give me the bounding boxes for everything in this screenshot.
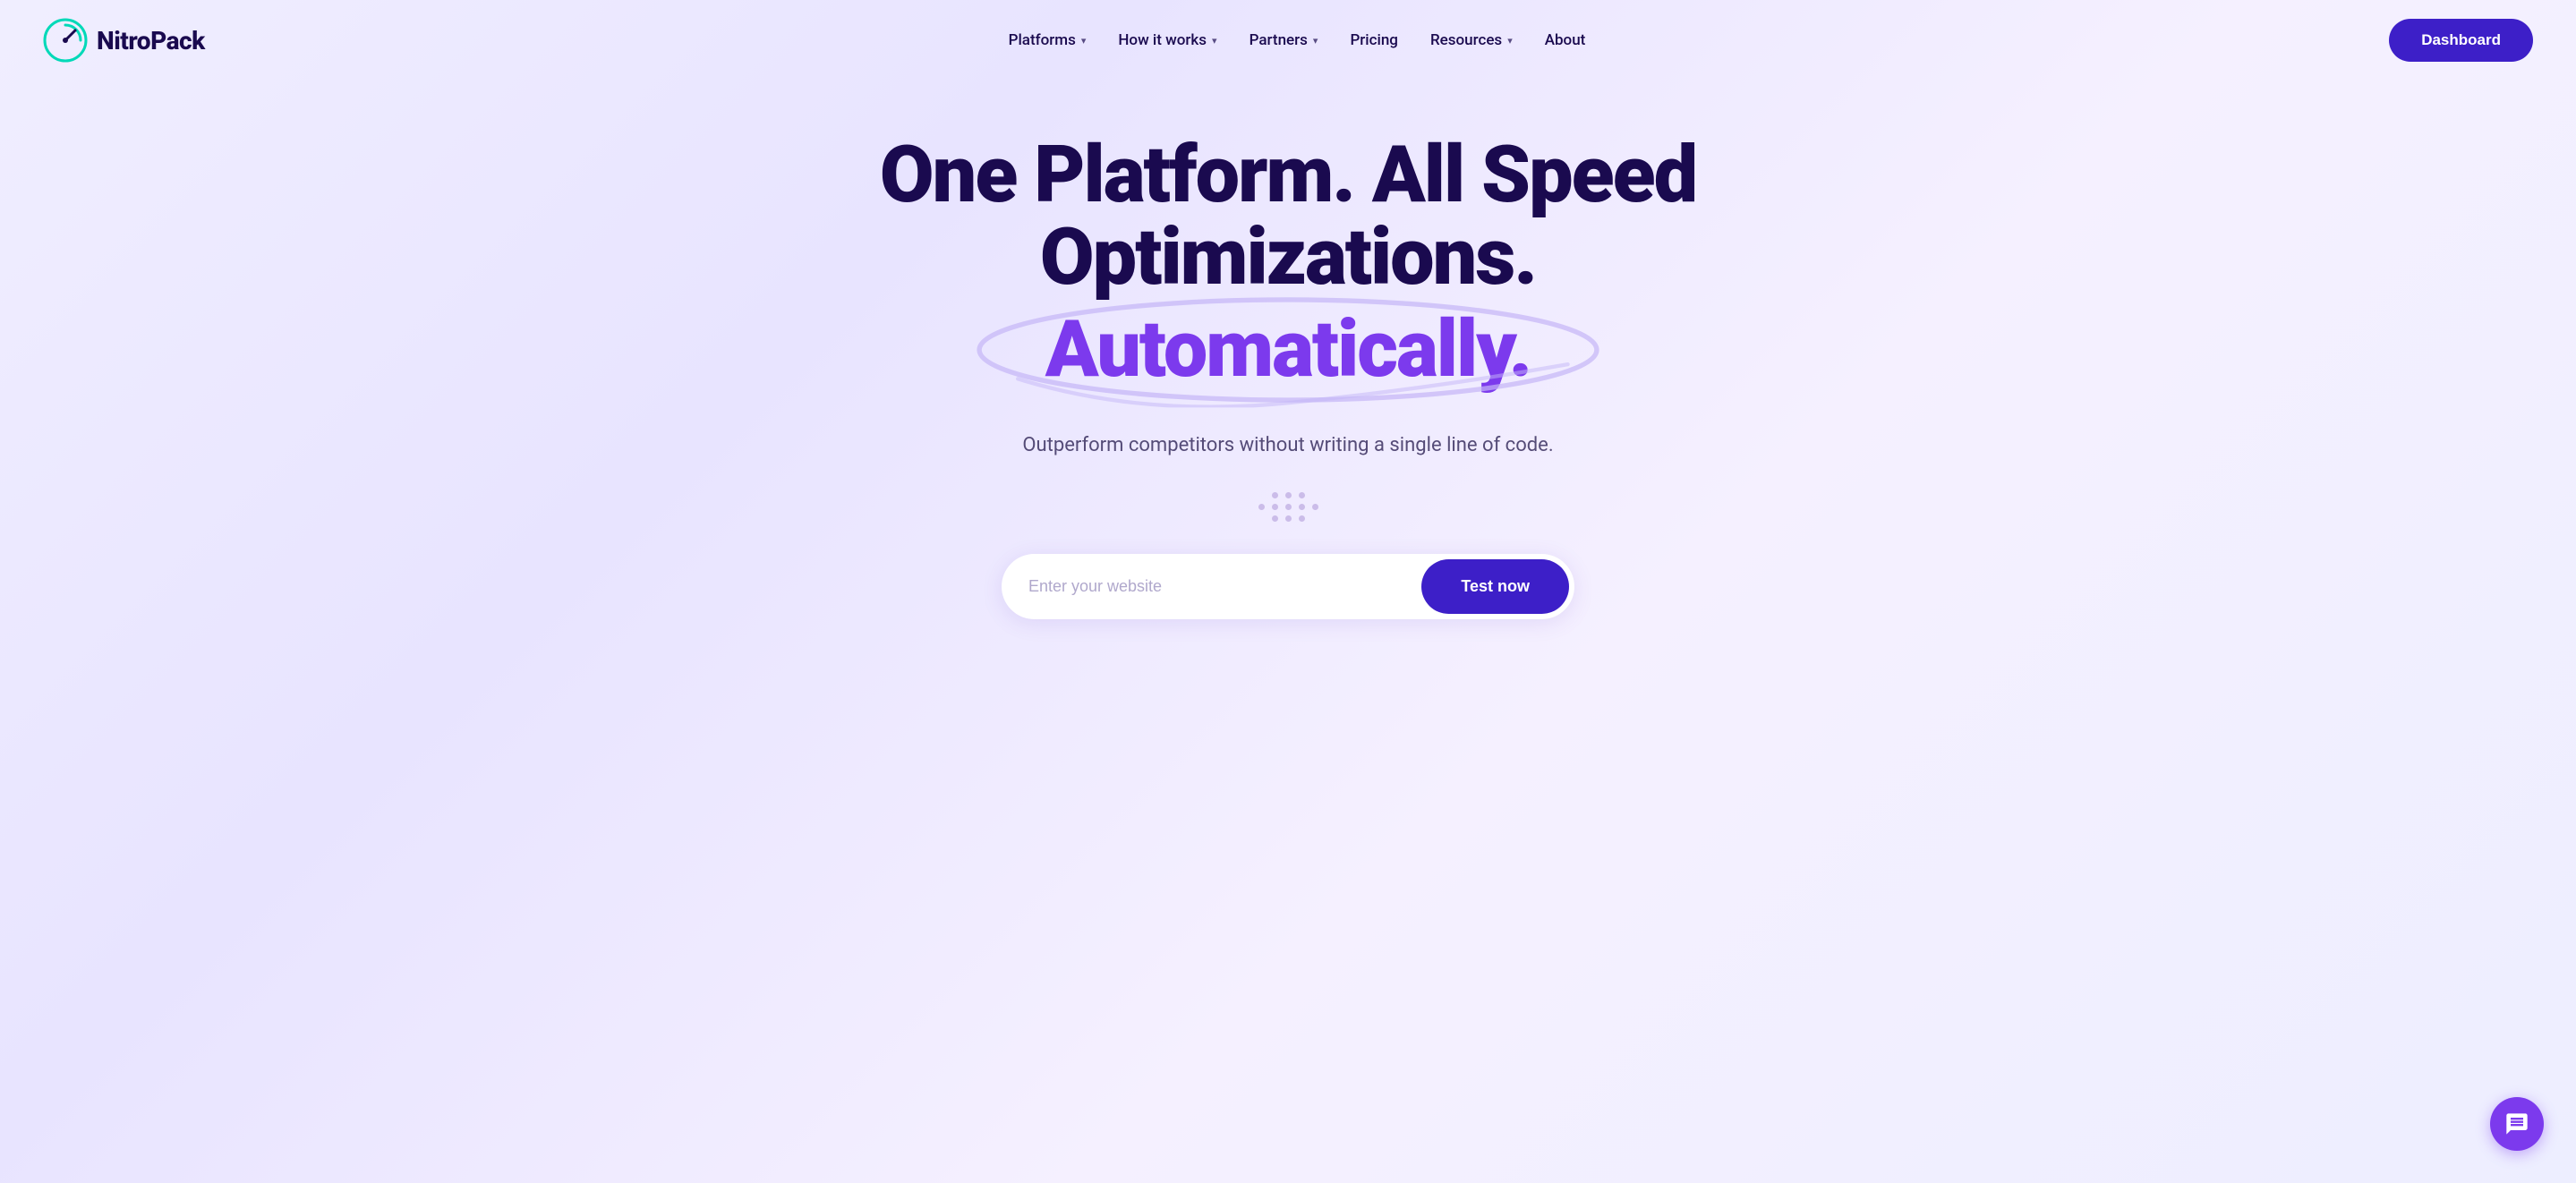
dot xyxy=(1285,504,1292,510)
test-now-button[interactable]: Test now xyxy=(1421,559,1569,614)
url-search-bar: Test now xyxy=(1002,554,1574,619)
dot xyxy=(1299,492,1305,498)
hero-line3: Automatically. xyxy=(751,309,1825,391)
nav-item-how-it-works[interactable]: How it works ▾ xyxy=(1118,31,1216,49)
chevron-down-icon: ▾ xyxy=(1313,35,1318,47)
main-nav: NitroPack Platforms ▾ How it works ▾ Par… xyxy=(0,0,2576,81)
logo-text: NitroPack xyxy=(97,26,205,55)
dashboard-button[interactable]: Dashboard xyxy=(2389,19,2533,62)
chevron-down-icon: ▾ xyxy=(1507,35,1513,47)
chat-icon xyxy=(2504,1111,2529,1136)
dot xyxy=(1299,515,1305,522)
dot xyxy=(1272,515,1278,522)
dot xyxy=(1258,504,1265,510)
hero-subtitle: Outperform competitors without writing a… xyxy=(1022,434,1553,456)
nav-item-pricing[interactable]: Pricing xyxy=(1350,31,1398,49)
logo-icon xyxy=(43,18,88,63)
dot xyxy=(1285,492,1292,498)
nav-item-partners[interactable]: Partners ▾ xyxy=(1250,31,1318,49)
chevron-down-icon: ▾ xyxy=(1081,35,1087,47)
dot xyxy=(1299,504,1305,510)
nav-item-resources[interactable]: Resources ▾ xyxy=(1430,31,1513,49)
hero-section: One Platform. All Speed Optimizations. A… xyxy=(0,81,2576,691)
dots-decoration xyxy=(1258,492,1318,522)
nav-links: Platforms ▾ How it works ▾ Partners ▾ Pr… xyxy=(1009,31,1586,49)
chat-support-button[interactable] xyxy=(2490,1097,2544,1151)
dot xyxy=(1285,515,1292,522)
chevron-down-icon: ▾ xyxy=(1212,35,1217,47)
dot xyxy=(1312,504,1318,510)
logo[interactable]: NitroPack xyxy=(43,18,205,63)
website-url-input[interactable] xyxy=(1002,557,1416,616)
nav-item-platforms[interactable]: Platforms ▾ xyxy=(1009,31,1087,49)
hero-line1: One Platform. xyxy=(880,129,1354,221)
hero-title: One Platform. All Speed Optimizations. A… xyxy=(751,134,1825,391)
dot xyxy=(1272,492,1278,498)
nav-item-about[interactable]: About xyxy=(1545,31,1586,49)
dot xyxy=(1272,504,1278,510)
